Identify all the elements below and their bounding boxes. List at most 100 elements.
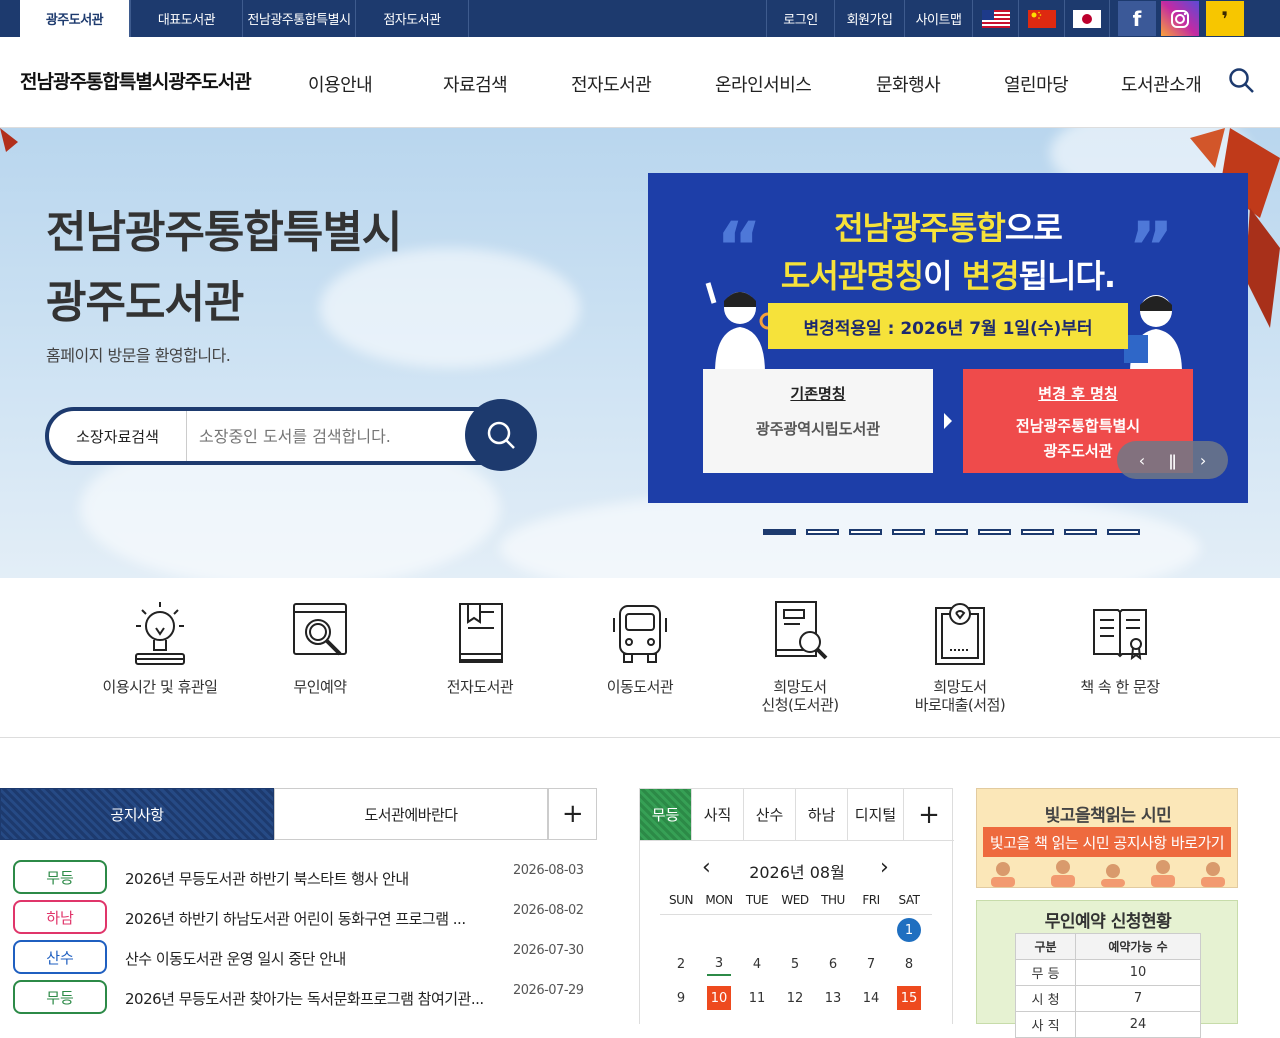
cal-tab-mudeung[interactable]: 무등 (640, 789, 692, 841)
slide-indicator[interactable] (935, 529, 968, 535)
nav-e-library[interactable]: 전자도서관 (571, 71, 652, 97)
calendar-month: ‹ 2026년 08월 › (702, 855, 889, 882)
sitemap-link[interactable]: 사이트맵 (904, 0, 972, 37)
calendar-day[interactable]: 2 (669, 952, 693, 976)
table-row: 시 청7 (1014, 985, 1201, 1012)
notice-row[interactable]: 하남 2026년 하반기 하남도서관 어린이 동화구연 프로그램 ... 2026-… (13, 900, 597, 934)
catalog-search-button[interactable] (465, 399, 537, 471)
calendar-day[interactable]: 10 (707, 986, 731, 1010)
calendar-day[interactable]: 9 (669, 986, 693, 1010)
quick-hope-book-store[interactable]: 희망도서 바로대출(서점) (890, 598, 1030, 714)
notice-title[interactable]: 2026년 무등도서관 하반기 북스타트 행사 안내 (125, 868, 409, 889)
cal-tab-digital[interactable]: 디지털 (848, 789, 904, 841)
nav-catalog-search[interactable]: 자료검색 (443, 71, 508, 97)
next-month-icon[interactable]: › (880, 855, 889, 880)
people-illustration-icon (991, 860, 1225, 887)
notice-date: 2026-07-30 (513, 943, 584, 958)
nav-online-service[interactable]: 온라인서비스 (715, 71, 812, 97)
reservation-table: 구분 예약가능 수 무 등 10 시 청7 사 직 24 (1014, 933, 1201, 1038)
hero-section: 전남광주통합특별시 광주도서관 홈페이지 방문을 환영합니다. 소장자료검색 “… (0, 128, 1280, 578)
reading-citizen-notice-button[interactable]: 빛고을 책 읽는 시민 공지사항 바로가기 (983, 827, 1231, 857)
notice-board: 공지사항 도서관에바란다 + 무등 2026년 무등도서관 하반기 북스타트 행사… (0, 788, 597, 1024)
site-logo[interactable]: 전남광주통합특별시광주도서관 (20, 67, 252, 94)
nav-open-forum[interactable]: 열린마당 (1004, 71, 1069, 97)
more-plus-icon[interactable]: + (548, 788, 597, 840)
us-flag-icon[interactable] (972, 0, 1018, 37)
notice-title[interactable]: 산수 이동도서관 운영 일시 중단 안내 (125, 948, 346, 969)
calendar-day[interactable]: 6 (821, 952, 845, 976)
reading-citizen-banner[interactable]: 빛고을책읽는 시민 빛고을 책 읽는 시민 공지사항 바로가기 (976, 788, 1238, 888)
slide-indicator[interactable] (763, 529, 796, 535)
prev-slide-icon[interactable]: ‹ (1139, 451, 1145, 470)
quick-hope-book-library[interactable]: 희망도서 신청(도서관) (730, 598, 870, 714)
slide-indicator[interactable] (806, 529, 839, 535)
calendar-day[interactable]: 1 (897, 918, 921, 942)
facebook-icon[interactable]: f (1118, 1, 1156, 36)
cal-more-plus-icon[interactable]: + (904, 789, 954, 841)
next-slide-icon[interactable]: › (1200, 451, 1206, 470)
signup-link[interactable]: 회원가입 (834, 0, 904, 37)
kakaotalk-icon[interactable]: ❜ (1206, 1, 1244, 36)
old-name-box: 기존명칭 광주광역시립도서관 (703, 369, 933, 473)
table-row: 무 등 10 (1014, 959, 1201, 986)
notice-row[interactable]: 무등 2026년 무등도서관 하반기 북스타트 행사 안내 2026-08-03 (13, 860, 597, 894)
nav-usage-guide[interactable]: 이용안내 (308, 71, 373, 97)
calendar-day[interactable]: 8 (897, 952, 921, 976)
slide-indicator[interactable] (849, 529, 882, 535)
calendar-day[interactable]: 3 (707, 952, 731, 976)
cal-tab-sajik[interactable]: 사직 (692, 789, 744, 841)
prev-month-icon[interactable]: ‹ (702, 855, 711, 880)
quick-unmanned-reservation[interactable]: 무인예약 (250, 598, 390, 696)
calendar-day[interactable]: 7 (859, 952, 883, 976)
quick-e-library[interactable]: 전자도서관 (410, 598, 550, 696)
catalog-search-input[interactable] (187, 426, 467, 446)
quick-hours-holidays[interactable]: 이용시간 및 휴관일 (90, 598, 230, 696)
search-icon[interactable] (1228, 67, 1258, 97)
notice-row[interactable]: 무등 2026년 무등도서관 찾아가는 독서문화프로그램 참여기관... 2026-… (13, 980, 597, 1014)
tab-suggestions[interactable]: 도서관에바란다 (274, 788, 548, 840)
notice-title[interactable]: 2026년 하반기 하남도서관 어린이 동화구연 프로그램 ... (125, 908, 466, 929)
quick-book-sentence[interactable]: 책 속 한 문장 (1050, 598, 1190, 696)
cal-tab-hanam[interactable]: 하남 (796, 789, 848, 841)
calendar-day[interactable]: 14 (859, 986, 883, 1010)
notice-title[interactable]: 2026년 무등도서관 찾아가는 독서문화프로그램 참여기관... (125, 988, 484, 1009)
slide-indicator[interactable] (978, 529, 1011, 535)
calendar-day[interactable]: 15 (897, 986, 921, 1010)
pause-icon[interactable]: ǁ (1169, 451, 1177, 470)
calendar-day[interactable]: 13 (821, 986, 845, 1010)
slider-controls: ‹ ǁ › (1117, 441, 1228, 479)
slide-indicator[interactable] (1064, 529, 1097, 535)
calendar-day[interactable]: 4 (745, 952, 769, 976)
calendar-day[interactable]: 11 (745, 986, 769, 1010)
slide-indicator[interactable] (1107, 529, 1140, 535)
quick-menu: 이용시간 및 휴관일 무인예약 전자도서관 이동도서관 희망도서 신청(도서관) … (0, 578, 1280, 738)
calendar-day[interactable]: 5 (783, 952, 807, 976)
cal-tab-sansu[interactable]: 산수 (744, 789, 796, 841)
unmanned-reservation-status: 무인예약 신청현황 구분 예약가능 수 무 등 10 시 청7 사 직 24 (976, 900, 1238, 1038)
slide-indicator[interactable] (1021, 529, 1054, 535)
col-header-available: 예약가능 수 (1075, 933, 1201, 960)
instagram-icon[interactable] (1161, 1, 1199, 36)
tab-integrated-city[interactable]: 전남광주통합특별시 (243, 0, 356, 37)
slide-indicator[interactable] (892, 529, 925, 535)
calendar-day[interactable]: 12 (783, 986, 807, 1010)
site-header: 전남광주통합특별시광주도서관 이용안내 자료검색 전자도서관 온라인서비스 문화… (0, 37, 1280, 128)
branch-badge: 산수 (13, 940, 107, 974)
search-icon (487, 421, 515, 449)
nav-cultural-events[interactable]: 문화행사 (876, 71, 941, 97)
nav-library-intro[interactable]: 도서관소개 (1121, 71, 1202, 97)
login-link[interactable]: 로그인 (766, 0, 834, 37)
tab-main-library[interactable]: 대표도서관 (130, 0, 243, 37)
japan-flag-icon[interactable] (1064, 0, 1110, 37)
china-flag-icon[interactable] (1018, 0, 1064, 37)
tab-braille-library[interactable]: 점자도서관 (356, 0, 469, 37)
notice-date: 2026-07-29 (513, 983, 584, 998)
weekday-label: MON (705, 893, 733, 907)
tab-notice[interactable]: 공지사항 (0, 788, 274, 840)
certificate-icon (935, 603, 985, 665)
notice-row[interactable]: 산수 산수 이동도서관 운영 일시 중단 안내 2026-07-30 (13, 940, 597, 974)
quick-mobile-library[interactable]: 이동도서관 (570, 598, 710, 696)
search-category-select[interactable]: 소장자료검색 (49, 411, 187, 461)
tab-gwangju-library[interactable]: 광주도서관 (20, 0, 130, 37)
library-calendar: 무등 사직 산수 하남 디지털 + ‹ 2026년 08월 › SUN MON TU… (639, 788, 954, 1024)
